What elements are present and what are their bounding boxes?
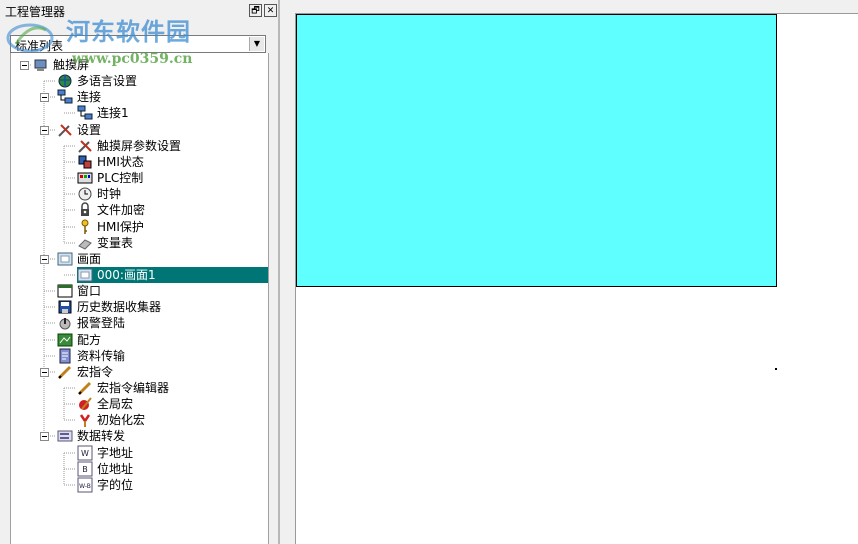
bit-address-icon: B xyxy=(77,461,93,477)
tree-item-label: 数据转发 xyxy=(77,429,126,443)
watermark-title: 河东软件园 xyxy=(66,17,191,46)
watermark-url: www.pc0359.cn xyxy=(72,51,193,67)
key-icon xyxy=(77,219,93,235)
plc-icon xyxy=(77,170,93,186)
disk-icon xyxy=(57,299,73,315)
tree-collapse-toggle[interactable] xyxy=(40,432,49,441)
tree-item-label: 宏指令 xyxy=(77,365,114,379)
eraser-icon xyxy=(77,235,93,251)
global-macro-icon xyxy=(77,396,93,412)
word-address-icon: W xyxy=(77,445,93,461)
tree-item-label: 窗口 xyxy=(77,284,102,298)
tree-item-label: 画面 xyxy=(77,252,102,266)
tree-item-label: 变量表 xyxy=(97,236,134,250)
tree-item-label: 报警登陆 xyxy=(77,316,126,330)
network-icon xyxy=(77,105,93,121)
tools-icon xyxy=(57,122,73,138)
tree-item-label: 字地址 xyxy=(97,446,134,460)
tree-collapse-toggle[interactable] xyxy=(40,255,49,264)
tree-item-label: 字的位 xyxy=(97,478,134,492)
tree-item-label: PLC控制 xyxy=(97,171,144,185)
tree-item-label: 初始化宏 xyxy=(97,413,146,427)
tree-item-label: HMI保护 xyxy=(97,220,144,234)
svg-text:B: B xyxy=(82,465,88,474)
tree-item-label: 连接 xyxy=(77,90,102,104)
tree-item-label: 000:画面1 xyxy=(97,268,156,282)
float-panel-button[interactable]: 🗗 xyxy=(249,4,262,17)
word-bit-icon: W-B xyxy=(77,477,93,493)
project-tree: 触摸屏 多语言设置 连接 连接1 设置 触摸屏参数设置 HMI状态 PLC控制 时钟 文件加密 HM… xyxy=(10,53,269,544)
tree-item[interactable]: 000:画面1 xyxy=(77,267,268,283)
alarm-icon xyxy=(57,315,73,331)
pencil-icon xyxy=(57,364,73,380)
tree-item-label: 配方 xyxy=(77,333,102,347)
forward-icon xyxy=(57,428,73,444)
tree-collapse-toggle[interactable] xyxy=(40,368,49,377)
recipe-icon xyxy=(57,332,73,348)
project-manager-panel: 工程管理器 🗗 ✕ 标准列表 ▼ 触摸屏 多语言设置 连接 连接1 设置 触摸屏参数设置 H… xyxy=(0,0,278,544)
watermark-logo-icon xyxy=(6,23,54,53)
globe-icon xyxy=(57,73,73,89)
pencil-icon xyxy=(77,380,93,396)
lock-icon xyxy=(77,202,93,218)
tree-item-label: 时钟 xyxy=(97,187,122,201)
tree-collapse-toggle[interactable] xyxy=(40,93,49,102)
svg-text:W: W xyxy=(81,449,89,458)
screen-icon xyxy=(57,251,73,267)
close-panel-button[interactable]: ✕ xyxy=(264,4,277,17)
chevron-down-icon[interactable]: ▼ xyxy=(249,37,264,51)
canvas-dot xyxy=(775,368,777,370)
tree-item-label: 历史数据收集器 xyxy=(77,300,162,314)
hmi-screen-area[interactable] xyxy=(296,14,777,287)
svg-text:W-B: W-B xyxy=(79,483,91,490)
tree-item-label: 设置 xyxy=(77,123,102,137)
screen-editor-workspace xyxy=(280,0,858,544)
tree-item-label: 触摸屏参数设置 xyxy=(97,139,182,153)
transfer-icon xyxy=(57,348,73,364)
tree-item-label: 多语言设置 xyxy=(77,74,138,88)
tree-collapse-toggle[interactable] xyxy=(40,126,49,135)
tree-item-label: 全局宏 xyxy=(97,397,134,411)
tree-item-label: 资料传输 xyxy=(77,349,126,363)
watermark: 河东软件园 www.pc0359.cn xyxy=(2,6,212,67)
clock-icon xyxy=(77,186,93,202)
network-icon xyxy=(57,89,73,105)
tools-icon xyxy=(77,138,93,154)
window-icon xyxy=(57,283,73,299)
tree-item-label: 位地址 xyxy=(97,462,134,476)
screen-icon xyxy=(77,267,93,283)
tree-item-label: HMI状态 xyxy=(97,155,144,169)
tree-item-label: 连接1 xyxy=(97,106,129,120)
tree-item-label: 文件加密 xyxy=(97,203,146,217)
status-icon xyxy=(77,154,93,170)
tree-item-label: 宏指令编辑器 xyxy=(97,381,170,395)
init-macro-icon xyxy=(77,412,93,428)
